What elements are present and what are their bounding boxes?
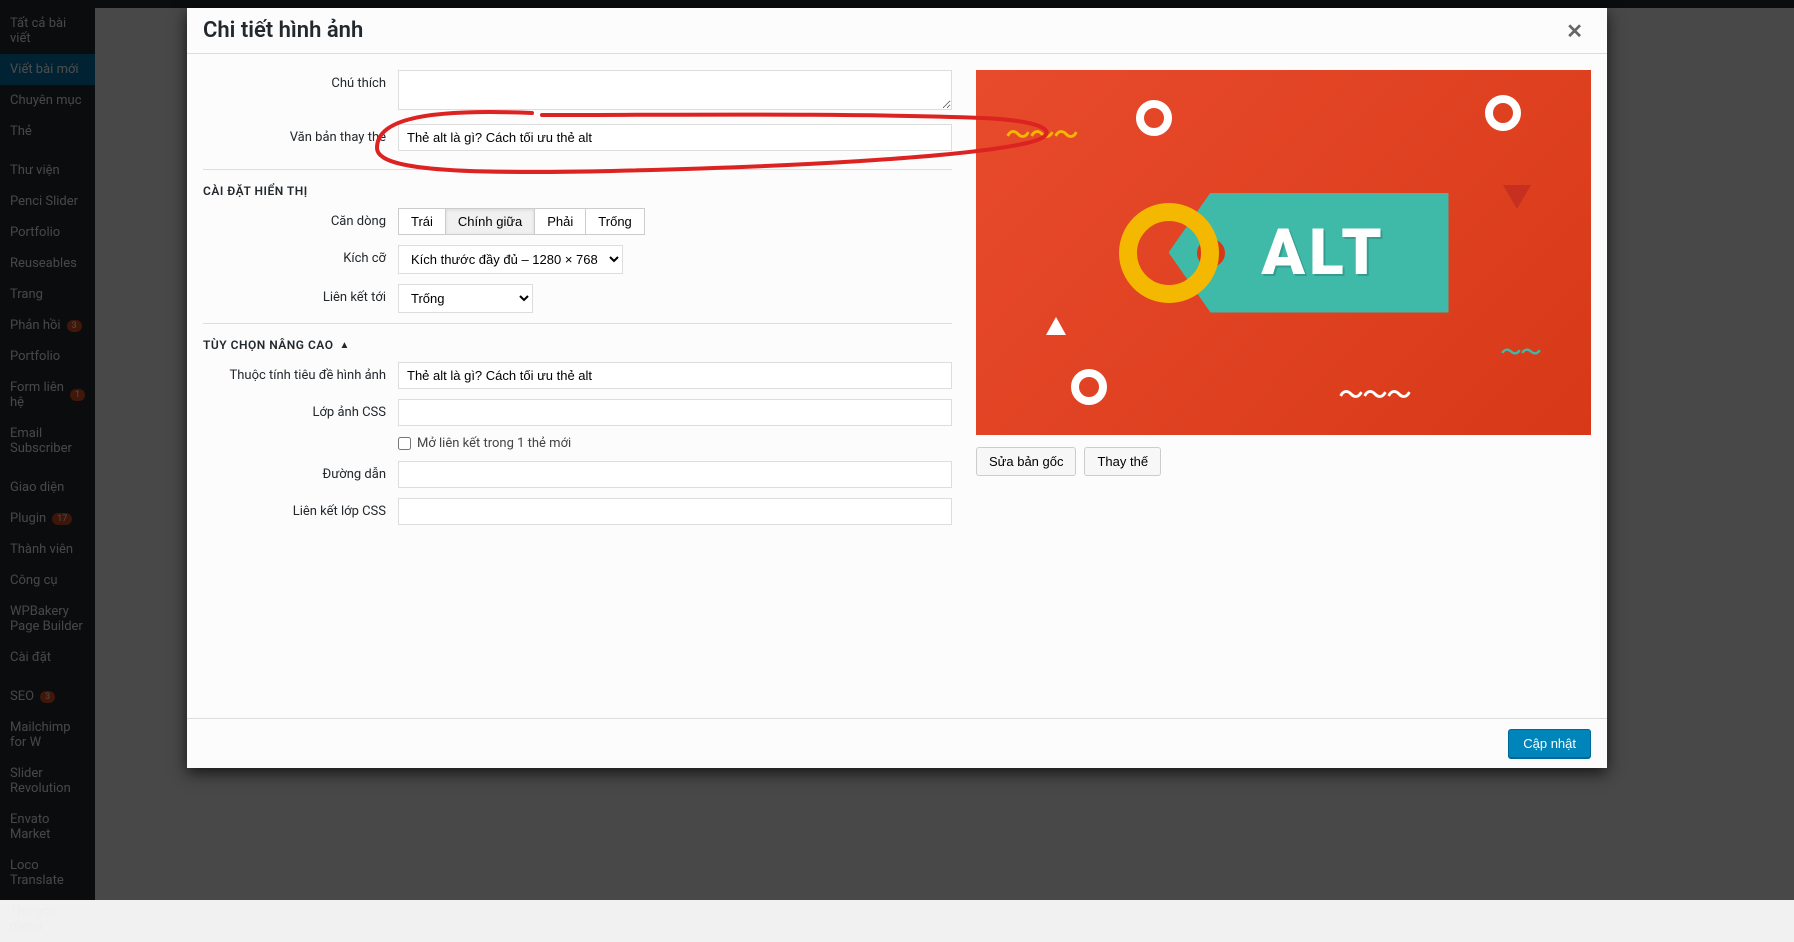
modal-header: Chi tiết hình ảnh ✕ <box>187 8 1607 54</box>
deco-ring-icon <box>1485 95 1521 131</box>
display-section-title: CÀI ĐẶT HIỂN THỊ <box>203 169 952 208</box>
linkto-row: Liên kết tới Trống <box>203 284 952 313</box>
deco-ring-icon <box>1071 369 1107 405</box>
align-right-button[interactable]: Phải <box>535 208 586 235</box>
alt-label: Văn bản thay thế <box>203 124 398 145</box>
deco-ring-icon <box>1136 100 1172 136</box>
deco-zigzag-icon: 〜〜 <box>1501 336 1541 365</box>
css-class-label: Lớp ảnh CSS <box>203 399 398 420</box>
css-class-row: Lớp ảnh CSS <box>203 399 952 426</box>
sidebar-label: Thu gọn menu <box>10 904 85 934</box>
alt-text-row: Văn bản thay thế <box>203 124 952 151</box>
update-button[interactable]: Cập nhật <box>1508 729 1591 758</box>
title-attr-input[interactable] <box>398 362 952 389</box>
alt-text-input[interactable] <box>398 124 952 151</box>
empty-label <box>203 436 398 442</box>
linkto-select[interactable]: Trống <box>398 284 533 313</box>
caption-label: Chú thích <box>203 70 398 91</box>
size-label: Kích cỡ <box>203 245 398 266</box>
size-select[interactable]: Kích thước đầy đủ – 1280 × 768 <box>398 245 623 274</box>
caption-input[interactable] <box>398 70 952 110</box>
section-label: TÙY CHỌN NÂNG CAO <box>203 338 334 352</box>
align-label: Căn dòng <box>203 208 398 229</box>
align-row: Căn dòng Trái Chính giữa Phải Trống <box>203 208 952 235</box>
modal-body: Chú thích Văn bản thay thế CÀI ĐẶT HIỂN … <box>187 54 1607 718</box>
newtab-checkbox[interactable] <box>398 437 411 450</box>
alt-text-graphic: ALT <box>1261 215 1385 290</box>
deco-zigzag-icon: 〜〜〜 <box>1339 375 1411 410</box>
deco-triangle-icon <box>1046 317 1066 335</box>
link-css-row: Liên kết lớp CSS <box>203 498 952 525</box>
linkto-label: Liên kết tới <box>203 284 398 305</box>
url-label: Đường dẫn <box>203 461 398 482</box>
advanced-section-title[interactable]: TÙY CHỌN NÂNG CAO ▲ <box>203 323 952 362</box>
title-attr-row: Thuộc tính tiêu đề hình ảnh <box>203 362 952 389</box>
replace-button[interactable]: Thay thế <box>1084 447 1161 476</box>
modal-title: Chi tiết hình ảnh <box>203 18 363 43</box>
modal-right-panel: 〜〜〜 〜〜〜 〜〜 ALT <box>976 70 1591 702</box>
align-center-button[interactable]: Chính giữa <box>446 208 535 235</box>
edit-original-button[interactable]: Sửa bản gốc <box>976 447 1076 476</box>
align-button-group: Trái Chính giữa Phải Trống <box>398 208 952 235</box>
section-label: CÀI ĐẶT HIỂN THỊ <box>203 184 308 198</box>
newtab-row: Mở liên kết trong 1 thẻ mới <box>203 436 952 451</box>
link-css-input[interactable] <box>398 498 952 525</box>
modal-footer: Cập nhật <box>187 718 1607 768</box>
align-left-button[interactable]: Trái <box>398 208 446 235</box>
deco-triangle-icon <box>1503 185 1531 209</box>
caret-up-icon: ▲ <box>340 340 350 351</box>
checkbox-text: Mở liên kết trong 1 thẻ mới <box>417 436 571 451</box>
align-none-button[interactable]: Trống <box>586 208 644 235</box>
url-row: Đường dẫn <box>203 461 952 488</box>
image-preview: 〜〜〜 〜〜〜 〜〜 ALT <box>976 70 1591 435</box>
tag-ring-icon <box>1119 203 1219 303</box>
modal-overlay: Chi tiết hình ảnh ✕ Chú thích Văn bản th… <box>0 0 1794 900</box>
close-icon[interactable]: ✕ <box>1558 19 1591 43</box>
newtab-checkbox-label[interactable]: Mở liên kết trong 1 thẻ mới <box>398 436 952 451</box>
modal-left-panel: Chú thích Văn bản thay thế CÀI ĐẶT HIỂN … <box>203 70 952 702</box>
preview-actions: Sửa bản gốc Thay thế <box>976 447 1591 476</box>
title-attr-label: Thuộc tính tiêu đề hình ảnh <box>203 362 398 383</box>
alt-tag-graphic: ALT <box>1119 193 1449 313</box>
caption-row: Chú thích <box>203 70 952 114</box>
size-row: Kích cỡ Kích thước đầy đủ – 1280 × 768 <box>203 245 952 274</box>
image-details-modal: Chi tiết hình ảnh ✕ Chú thích Văn bản th… <box>187 8 1607 768</box>
sidebar-item-collapse[interactable]: Thu gọn menu <box>0 896 95 942</box>
url-input[interactable] <box>398 461 952 488</box>
css-class-input[interactable] <box>398 399 952 426</box>
link-css-label: Liên kết lớp CSS <box>203 498 398 519</box>
deco-zigzag-icon: 〜〜〜 <box>1006 115 1078 150</box>
